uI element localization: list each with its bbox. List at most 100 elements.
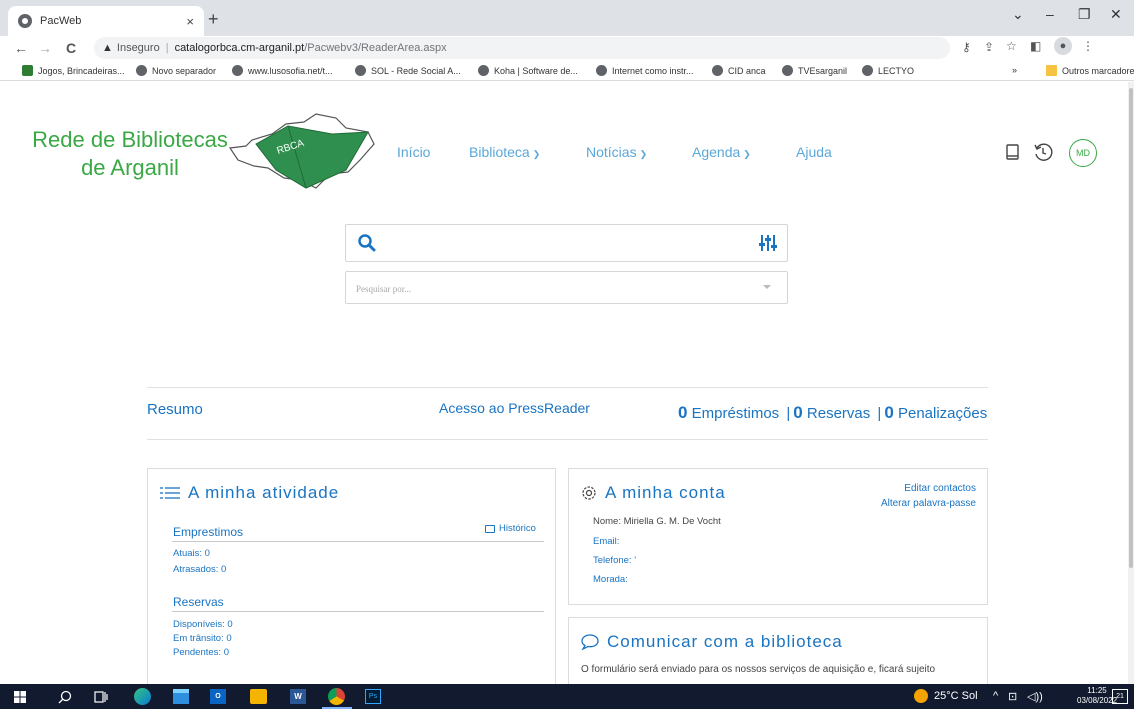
share-icon[interactable]: ⇪ bbox=[984, 40, 994, 54]
nav-agenda[interactable]: Agenda ❯ bbox=[692, 144, 751, 160]
editar-contactos-link[interactable]: Editar contactos bbox=[904, 483, 976, 494]
chevron-down-icon: ❯ bbox=[743, 149, 751, 159]
nav-ajuda[interactable]: Ajuda bbox=[796, 144, 832, 160]
notifications-icon[interactable]: 21 bbox=[1112, 689, 1128, 704]
weather-text[interactable]: 25°C Sol bbox=[934, 690, 978, 702]
pendentes-count[interactable]: Pendentes: 0 bbox=[173, 647, 229, 658]
activity-title: A minha atividade bbox=[160, 483, 339, 503]
bookmark-item[interactable]: CID anca bbox=[712, 65, 766, 76]
more-bookmarks-button[interactable]: » bbox=[1012, 65, 1017, 75]
url-host: catalogorbca.cm-arganil.pt bbox=[174, 42, 305, 54]
globe-icon bbox=[478, 65, 489, 76]
bookmark-item[interactable]: TVEsarganil bbox=[782, 65, 847, 76]
search-by-select[interactable]: Pesquisar por... bbox=[345, 271, 788, 304]
url-field[interactable]: ▲ Inseguro | catalogorbca.cm-arganil.pt /… bbox=[94, 37, 950, 59]
bookmark-item[interactable]: Jogos, Brincadeiras... bbox=[22, 65, 125, 76]
outlook-icon[interactable]: O bbox=[210, 689, 226, 704]
reservas-counter[interactable]: 0 Reservas bbox=[793, 403, 870, 422]
penalizacoes-counter[interactable]: 0 Penalizações bbox=[884, 403, 987, 422]
tab-close-button[interactable]: × bbox=[186, 14, 194, 29]
minimize-button[interactable]: – bbox=[1046, 6, 1054, 22]
resumo-link[interactable]: Resumo bbox=[147, 401, 203, 418]
bookmark-item[interactable]: LECTYO bbox=[862, 65, 914, 76]
account-telefone: Telefone: ' bbox=[593, 555, 637, 566]
reload-button[interactable]: C bbox=[66, 40, 76, 56]
menu-icon[interactable]: ⋮ bbox=[1082, 39, 1094, 53]
edge-icon[interactable] bbox=[134, 688, 151, 705]
page-content: Rede de Bibliotecas de Arganil RBCA Iníc… bbox=[0, 82, 1128, 684]
site-logo-text[interactable]: Rede de Bibliotecas de Arganil bbox=[30, 126, 230, 182]
close-window-button[interactable]: ✕ bbox=[1110, 6, 1122, 23]
emprestimos-heading: Emprestimos bbox=[173, 525, 244, 539]
bookmark-item[interactable]: www.lusosofia.net/t... bbox=[232, 65, 333, 76]
atuais-count[interactable]: Atuais: 0 bbox=[173, 548, 210, 559]
chat-bubble-icon bbox=[581, 634, 599, 650]
back-button[interactable]: ← bbox=[14, 40, 28, 56]
gear-icon bbox=[581, 485, 597, 501]
atrasados-count[interactable]: Atrasados: 0 bbox=[173, 564, 226, 575]
logo-line-1: Rede de Bibliotecas bbox=[32, 127, 228, 152]
nav-noticias[interactable]: Notícias ❯ bbox=[586, 144, 647, 160]
maximize-button[interactable]: ❐ bbox=[1078, 6, 1091, 23]
account-morada: Morada: bbox=[593, 574, 628, 585]
dropdown-caret-icon bbox=[763, 285, 771, 289]
forward-button[interactable]: → bbox=[38, 40, 52, 56]
word-icon[interactable]: W bbox=[290, 689, 306, 704]
arganil-map-logo[interactable]: RBCA bbox=[228, 110, 376, 192]
historico-link[interactable]: Histórico bbox=[485, 523, 536, 534]
browser-tab[interactable]: PacWeb × bbox=[8, 6, 204, 36]
chrome-icon[interactable] bbox=[328, 688, 345, 705]
history-icon[interactable] bbox=[1033, 142, 1053, 162]
bookmark-item[interactable]: SOL - Rede Social A... bbox=[355, 65, 461, 76]
search-icon[interactable] bbox=[358, 234, 376, 252]
task-view-icon[interactable] bbox=[94, 690, 108, 704]
emprestimos-counter[interactable]: 0 Empréstimos bbox=[678, 403, 779, 422]
reservas-heading: Reservas bbox=[173, 595, 224, 609]
nav-biblioteca[interactable]: Biblioteca ❯ bbox=[469, 144, 540, 160]
scrollbar-thumb[interactable] bbox=[1129, 88, 1133, 568]
tray-chevron-icon[interactable]: ^ bbox=[993, 690, 998, 702]
em-transito-count[interactable]: Em trânsito: 0 bbox=[173, 633, 232, 644]
volume-icon[interactable]: ◁)) bbox=[1027, 690, 1043, 703]
profile-icon[interactable]: ● bbox=[1054, 37, 1072, 55]
globe-icon bbox=[596, 65, 607, 76]
file-explorer-icon[interactable] bbox=[173, 689, 189, 704]
other-bookmarks-folder[interactable]: Outros marcadores bbox=[1046, 65, 1134, 76]
tab-search-chevron-icon[interactable]: ⌄ bbox=[1012, 6, 1024, 23]
new-tab-button[interactable]: + bbox=[208, 9, 219, 30]
globe-icon bbox=[712, 65, 723, 76]
disponiveis-count[interactable]: Disponíveis: 0 bbox=[173, 619, 233, 630]
bookmark-item[interactable]: Novo separador bbox=[136, 65, 216, 76]
bookmark-icon bbox=[22, 65, 33, 76]
activity-panel: A minha atividade Emprestimos Histórico … bbox=[147, 468, 556, 684]
sun-weather-icon[interactable] bbox=[914, 689, 928, 703]
bookmark-icon bbox=[232, 65, 243, 76]
alterar-palavra-passe-link[interactable]: Alterar palavra-passe bbox=[881, 498, 976, 509]
pressreader-link[interactable]: Acesso ao PressReader bbox=[439, 400, 590, 416]
bookmark-item[interactable]: Internet como instr... bbox=[596, 65, 694, 76]
network-icon[interactable]: ⊡ bbox=[1008, 690, 1017, 703]
divider bbox=[172, 541, 544, 542]
sidepanel-icon[interactable]: ◧ bbox=[1030, 39, 1041, 53]
folder-icon[interactable] bbox=[250, 689, 267, 704]
divider bbox=[172, 611, 544, 612]
url-separator: | bbox=[165, 42, 169, 54]
search-icon[interactable] bbox=[58, 690, 72, 704]
url-path: /Pacwebv3/ReaderArea.aspx bbox=[304, 42, 447, 54]
nav-inicio[interactable]: Início bbox=[397, 144, 430, 160]
search-input[interactable] bbox=[386, 231, 746, 255]
filter-sliders-icon[interactable] bbox=[759, 233, 777, 253]
warning-icon: ▲ bbox=[102, 42, 113, 54]
photoshop-icon[interactable]: Ps bbox=[365, 689, 381, 704]
contact-panel: Comunicar com a biblioteca O formulário … bbox=[568, 617, 988, 684]
list-icon bbox=[160, 486, 180, 500]
windows-start-icon[interactable] bbox=[14, 691, 26, 703]
page-scrollbar[interactable] bbox=[1128, 82, 1134, 684]
envelope-icon bbox=[485, 524, 495, 533]
user-avatar[interactable]: MD bbox=[1069, 139, 1097, 167]
browser-tab-strip: PacWeb × + ⌄ – ❐ ✕ bbox=[0, 0, 1134, 36]
key-icon[interactable]: ⚷ bbox=[962, 40, 971, 54]
star-icon[interactable]: ☆ bbox=[1006, 39, 1017, 53]
bookmark-item[interactable]: Koha | Software de... bbox=[478, 65, 578, 76]
book-icon[interactable] bbox=[1006, 144, 1019, 160]
